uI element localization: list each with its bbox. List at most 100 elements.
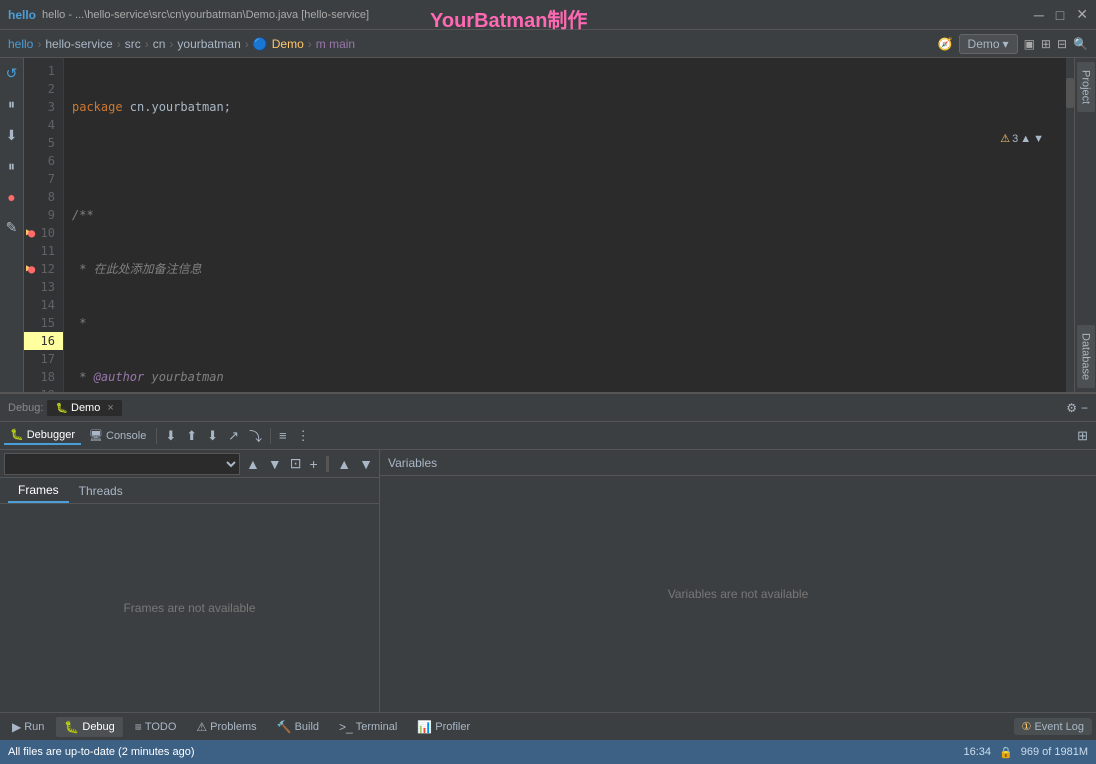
toolbar-btn-2[interactable]: ⊞ [1041,37,1051,51]
toolbar-right: ⊞ [1073,426,1092,446]
debug-left-icons: ↺ ⏸ ⬇ ⏸ ● ✎ [0,58,24,392]
console-label: Console [106,430,146,442]
debug-icon-rerun[interactable]: ↺ [3,62,21,85]
search-icon[interactable]: 🔍 [1073,37,1088,51]
breadcrumb-service[interactable]: hello-service [45,37,112,51]
tab-profiler[interactable]: 📊 Profiler [409,717,478,737]
maximize-btn[interactable]: □ [1056,7,1064,23]
statusbar: All files are up-to-date (2 minutes ago)… [0,740,1096,764]
line-1: package cn.yourbatman; [72,98,1058,116]
terminal-label: Terminal [356,721,398,733]
debug-icon-break[interactable]: ● [4,186,18,208]
editor-container: ⚠ 3 ▲ ▼ 1 2 3 4 5 6 7 8 9 10▶ 11 12▶ 13 … [24,58,1074,392]
ln-18: 18 [24,368,63,386]
code-editor[interactable]: 1 2 3 4 5 6 7 8 9 10▶ 11 12▶ 13 14 15 16… [24,58,1074,392]
tab-todo[interactable]: ≡ TODO [127,717,185,737]
ln-14: 14 [24,296,63,314]
ln-11: 11 [24,242,63,260]
debugger-tab[interactable]: 🐛 Debugger [4,426,81,445]
run-config-btn[interactable]: Demo ▾ [959,34,1018,54]
stepin-btn[interactable]: ⤵ [245,424,266,447]
breadcrumb-demo[interactable]: Demo [272,37,304,51]
sep3: › [145,37,149,51]
frames-select[interactable] [4,453,240,475]
scrollbar-thumb[interactable] [1066,78,1074,108]
toolbar-sep-2 [270,428,271,444]
stepover-btn[interactable]: ↗ [224,426,243,446]
sidebar-database[interactable]: Database [1077,325,1095,388]
sep5: › [245,37,249,51]
frames-down-btn[interactable]: ▼ [266,454,284,474]
breadcrumb-hello[interactable]: hello [8,37,33,51]
status-message: All files are up-to-date (2 minutes ago) [8,746,194,758]
collapse-icon[interactable]: − [1081,401,1088,415]
debug-icon-edit[interactable]: ✎ [3,216,21,239]
ln-9: 9 [24,206,63,224]
editor-scrollbar[interactable] [1066,58,1074,392]
view-btn-1[interactable]: ≡ [275,426,291,445]
terminal-icon: >_ [339,720,353,734]
close-btn[interactable]: ✕ [1076,6,1088,23]
tab-debug[interactable]: 🐛 Debug [56,717,122,737]
frames-toolbar: ▲ ▼ ⊡ + ▲ ▼ [0,450,379,478]
debug-panel: Debug: 🐛 Demo × ⚙ − 🐛 Debugger 🖥 Console… [0,392,1096,712]
sep2: › [117,37,121,51]
tab-problems[interactable]: ⚠ Problems [188,717,264,737]
toolbar-btn-1[interactable]: ▣ [1024,37,1035,51]
ln-10: 10▶ [24,224,63,242]
code-area[interactable]: package cn.yourbatman; /** * 在此处添加备注信息 *… [64,58,1066,392]
tab-frames[interactable]: Frames [8,479,69,503]
debug-label-bottom: Debug [82,721,114,733]
console-icon: 🖥 [89,429,103,442]
debug-icon-stepover[interactable]: ⬇ [3,124,21,147]
bottom-toolbar: ▶ Run 🐛 Debug ≡ TODO ⚠ Problems 🔨 Build … [0,712,1096,740]
resume-btn[interactable]: ⬇ [161,426,180,446]
breadcrumb-yourbatman[interactable]: yourbatman [177,37,240,51]
tab-threads[interactable]: Threads [69,480,133,502]
frames-scroll-up[interactable]: ▲ [335,454,353,474]
breadcrumb-src[interactable]: src [125,37,141,51]
breadcrumb-right: 🧭 Demo ▾ ▣ ⊞ ⊟ 🔍 [938,34,1088,54]
stop-btn[interactable]: ⬇ [203,426,222,446]
variables-empty-text: Variables are not available [668,587,809,601]
minimize-btn[interactable]: ─ [1034,7,1044,23]
console-tab[interactable]: 🖥 Console [83,427,152,444]
frames-filter-btn[interactable]: ⊡ [288,453,304,474]
problems-label: Problems [210,721,256,733]
frames-up-btn[interactable]: ▲ [244,454,262,474]
breadcrumb-main[interactable]: m main [316,37,355,51]
debug-tab-demo[interactable]: 🐛 Demo × [47,400,121,416]
dropdown-icon: ▾ [1003,37,1009,51]
frames-add-btn[interactable]: + [307,454,319,474]
sep6: › [308,37,312,51]
toolbar-btn-3[interactable]: ⊟ [1057,37,1067,51]
settings-icon[interactable]: ⚙ [1066,401,1077,415]
ln-3: 3 [24,98,63,116]
event-log-btn[interactable]: ① Event Log [1014,718,1092,735]
sidebar-project[interactable]: Project [1077,62,1095,112]
frames-empty-text: Frames are not available [123,601,255,615]
restore-layout-btn[interactable]: ⊞ [1073,426,1092,446]
breadcrumb: hello › hello-service › src › cn › yourb… [0,30,1096,58]
sep4: › [169,37,173,51]
toolbar-sep-1 [156,428,157,444]
debug-tab-close[interactable]: × [107,402,113,414]
frames-threads-tabbar: Frames Threads [0,478,379,504]
breadcrumb-cn[interactable]: cn [153,37,166,51]
status-memory: 969 of 1981M [1021,746,1088,758]
debug-icon-mute[interactable]: ⏸ [5,155,18,178]
frames-scroll-down[interactable]: ▼ [357,454,375,474]
tab-terminal[interactable]: >_ Terminal [331,717,405,737]
view-btn-2[interactable]: ⋮ [293,426,314,446]
ln-5: 5 [24,134,63,152]
tab-run[interactable]: ▶ Run [4,717,52,737]
event-log-label: Event Log [1034,721,1084,733]
window-controls: ─ □ ✕ [1034,6,1088,23]
run-icon: ▶ [12,720,21,734]
tab-build[interactable]: 🔨 Build [269,717,327,737]
debug-icon-pause[interactable]: ⏸ [5,93,18,116]
breadcrumb-demo-icon: 🔵 [253,37,268,51]
title-text: hello - ...\hello-service\src\cn\yourbat… [42,9,369,21]
nav-icon[interactable]: 🧭 [938,37,953,51]
pause-btn[interactable]: ⬆ [182,426,201,446]
